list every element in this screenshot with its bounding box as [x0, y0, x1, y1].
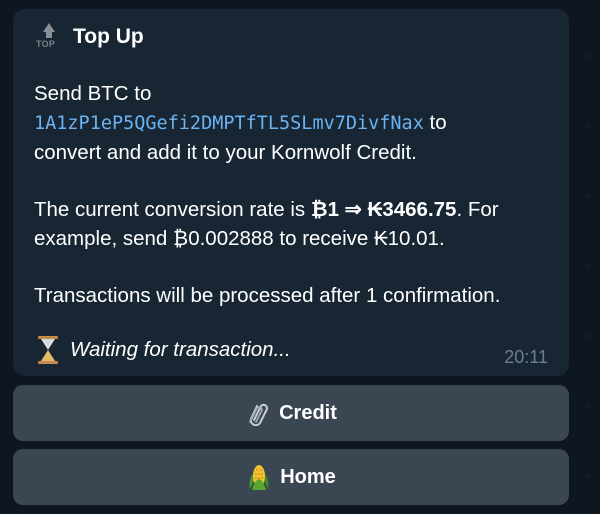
- message-bubble: TOP Top Up Send BTC to 1A1zP1eP5QGefi2DMP…: [13, 9, 569, 376]
- rate-suffix: . For: [456, 198, 499, 221]
- rate-paragraph: The current conversion rate is ₿1 ⇒ ₭346…: [34, 195, 559, 253]
- processing-line: Transactions will be processed after 1 c…: [34, 284, 501, 307]
- send-prefix: Send BTC to: [34, 82, 152, 105]
- send-instruction: Send BTC to 1A1zP1eP5QGefi2DMPTfTL5SLmv7D…: [34, 79, 559, 167]
- corn-icon: [249, 465, 269, 490]
- example-line: example, send ₿0.002888 to receive ₭10.0…: [34, 227, 445, 250]
- status-text: Waiting for transaction...: [70, 338, 291, 361]
- send-suffix: to: [423, 111, 447, 134]
- message-body: Send BTC to 1A1zP1eP5QGefi2DMPTfTL5SLmv7D…: [34, 79, 559, 310]
- btc-address-link[interactable]: 1A1zP1eP5QGefi2DMPTfTL5SLmv7DivfNax: [34, 113, 424, 134]
- paperclip-icon: [249, 403, 269, 426]
- hourglass-icon: [36, 336, 60, 364]
- message-title: Top Up: [73, 25, 144, 48]
- home-button[interactable]: Home: [13, 449, 569, 505]
- credit-button[interactable]: Credit: [13, 385, 569, 441]
- top-arrow-icon: TOP: [35, 23, 63, 51]
- top-icon-label: TOP: [36, 39, 56, 49]
- status-row: Waiting for transaction...: [36, 336, 291, 364]
- convert-line: convert and add it to your Kornwolf Cred…: [34, 141, 417, 164]
- rate-prefix: The current conversion rate is: [34, 198, 311, 221]
- message-time: 20:11: [504, 347, 548, 367]
- credit-button-label: Credit: [279, 401, 337, 424]
- conversion-rate: ₿1 ⇒ ₭3466.75: [310, 198, 457, 221]
- home-button-label: Home: [280, 465, 336, 488]
- message-title-row: TOP Top Up: [35, 23, 144, 51]
